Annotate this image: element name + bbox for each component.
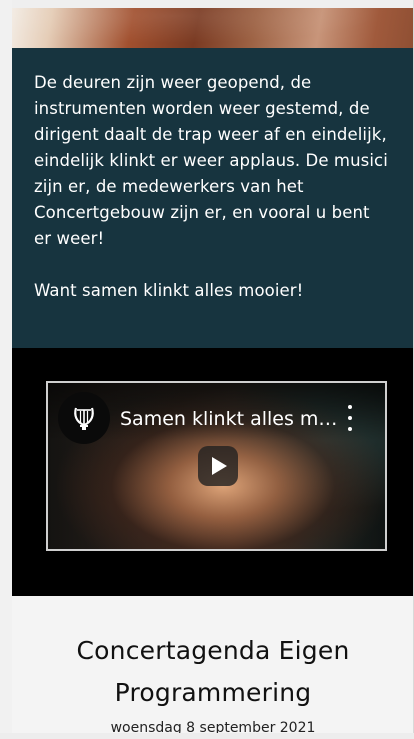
play-icon[interactable] (198, 446, 238, 486)
bottom-edge (0, 733, 414, 739)
video-player[interactable]: Samen klinkt alles mooier! (46, 381, 387, 551)
intro-section: De deuren zijn weer geopend, de instrume… (12, 48, 414, 348)
lyre-icon[interactable] (58, 392, 110, 444)
agenda-section: Concertagenda Eigen Programmering woensd… (12, 596, 414, 733)
more-vert-icon[interactable] (343, 405, 357, 431)
video-section: Samen klinkt alles mooier! (12, 348, 414, 596)
agenda-title: Concertagenda Eigen Programmering (76, 636, 350, 707)
video-title[interactable]: Samen klinkt alles mooier! (120, 407, 338, 431)
hero-image-shade (12, 8, 414, 48)
page: De deuren zijn weer geopend, de instrume… (12, 0, 414, 733)
intro-tagline: Want samen klinkt alles mooier! (34, 281, 304, 300)
intro-paragraph: De deuren zijn weer geopend, de instrume… (34, 73, 388, 248)
agenda-date: woensdag 8 september 2021 (110, 720, 316, 733)
hero-image (12, 0, 414, 48)
